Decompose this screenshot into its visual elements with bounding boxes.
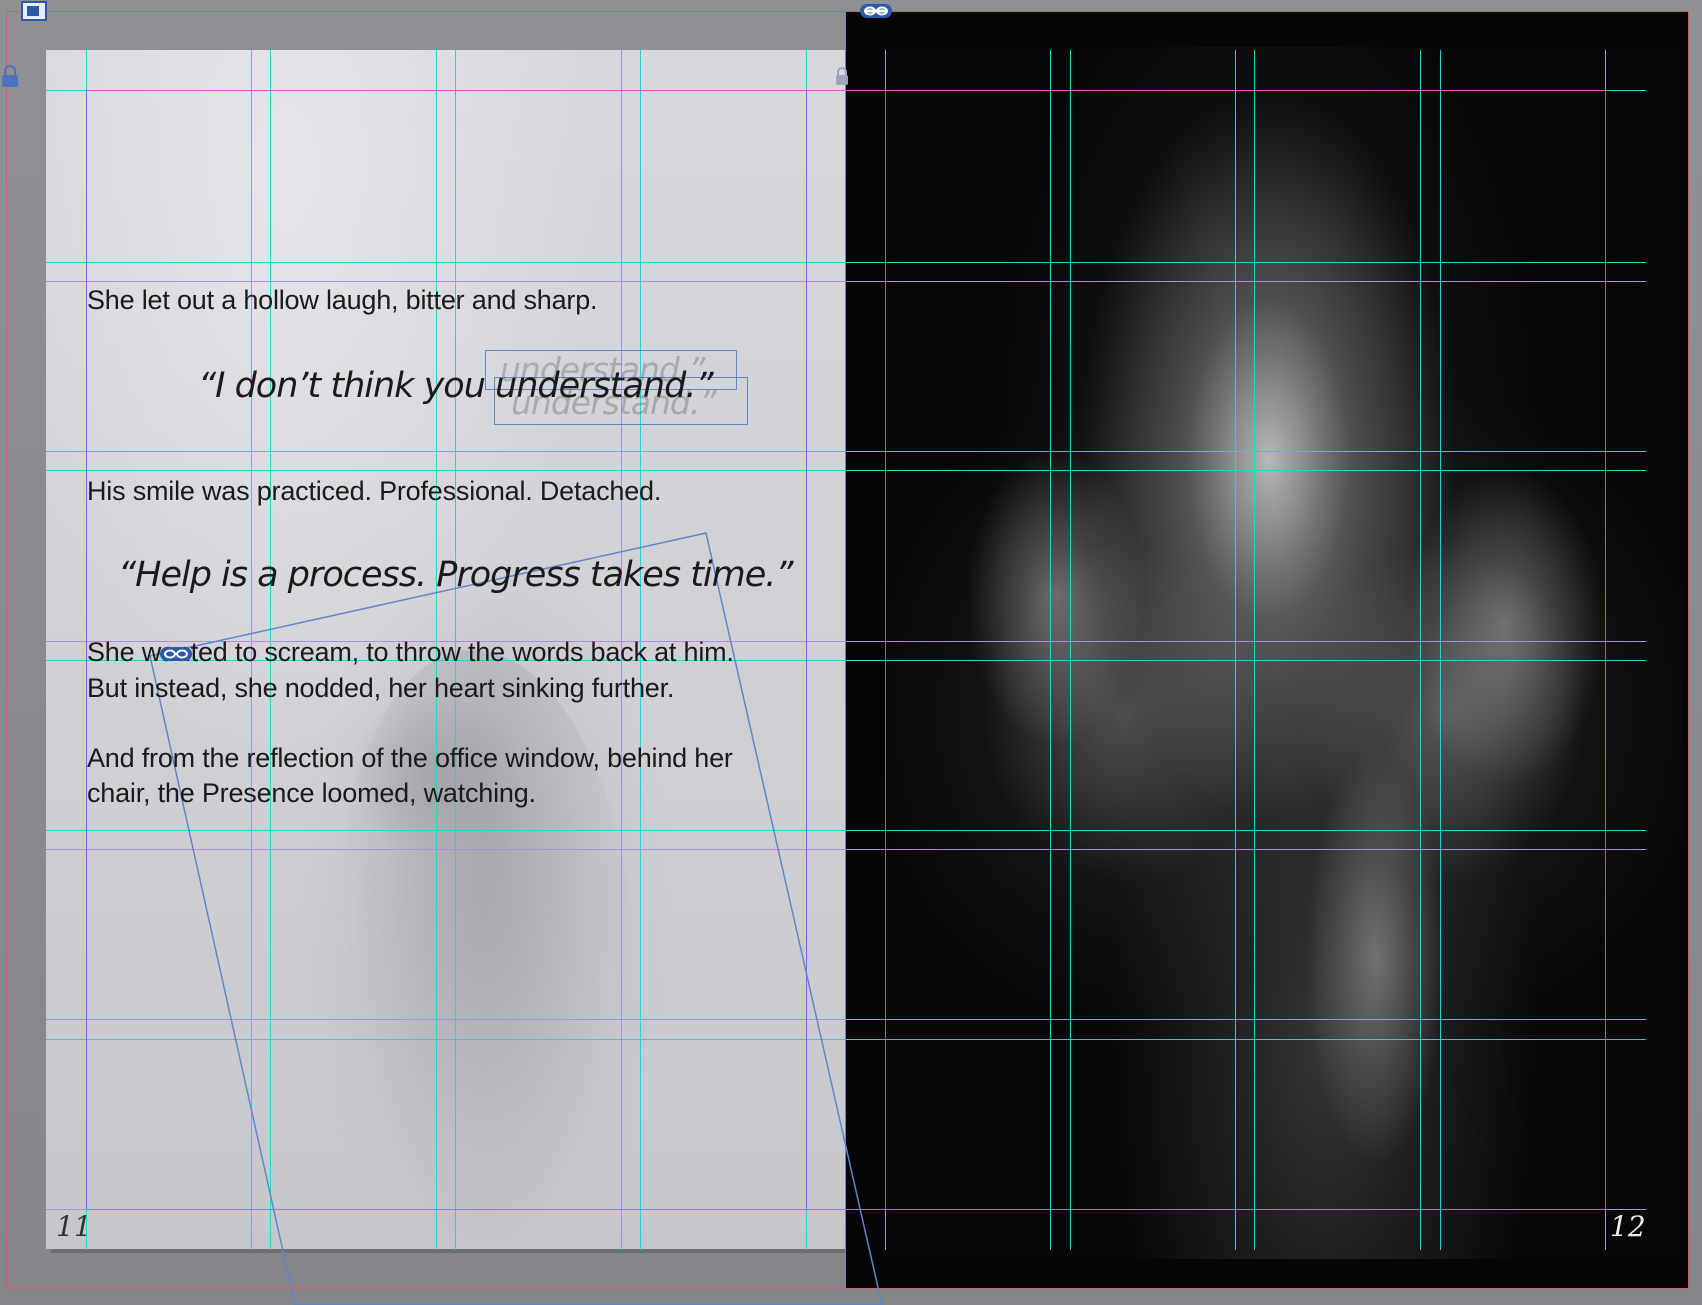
paragraph-3-line-2[interactable]: But instead, she nodded, her heart sinki… [87,671,674,706]
paragraph-2[interactable]: His smile was practiced. Professional. D… [87,474,661,509]
page-number-right: 12 [1610,1210,1646,1243]
lock-icon[interactable] [0,64,20,90]
paragraph-4-line-1[interactable]: And from the reflection of the office wi… [87,741,733,776]
link-chain-icon[interactable] [158,644,194,664]
paragraph-1[interactable]: She let out a hollow laugh, bitter and s… [87,283,598,318]
quote-1[interactable]: “I don’t think you understand.” [198,366,714,406]
quote-2[interactable]: “Help is a process. Progress takes time.… [118,555,794,595]
paragraph-4-line-2[interactable]: chair, the Presence loomed, watching. [87,776,536,811]
link-chain-icon[interactable] [858,0,894,22]
page-tool-icon[interactable] [20,0,50,22]
page-number-left: 11 [56,1210,92,1243]
lock-icon[interactable] [834,66,850,88]
